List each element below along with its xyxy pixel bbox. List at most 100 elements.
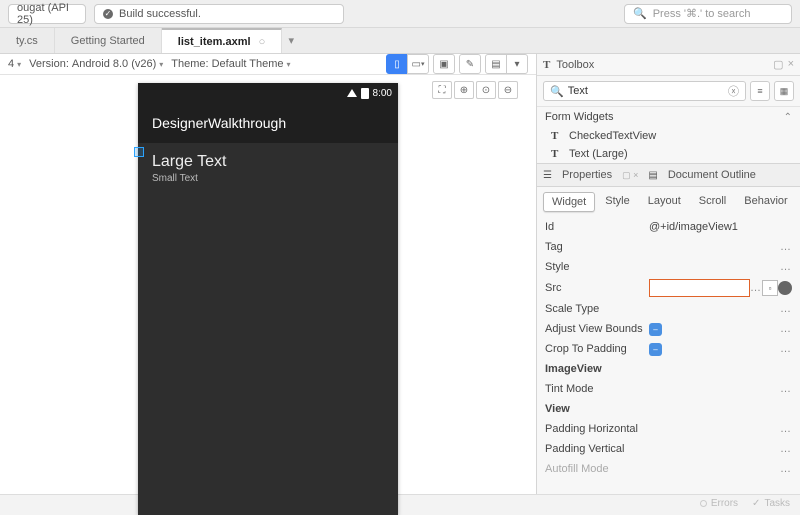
prop-autofill-mode: Autofill Mode… [537, 459, 800, 479]
api-label: ougat (API 25) [17, 2, 77, 26]
more-icon[interactable]: … [780, 303, 792, 315]
prop-label: Style [545, 261, 649, 273]
more-icon[interactable]: … [780, 383, 792, 395]
detach-icon[interactable]: ▢ × [622, 170, 638, 181]
browse-button[interactable]: ▫ [762, 280, 778, 296]
prop-label: Crop To Padding [545, 343, 649, 355]
more-icon[interactable]: … [780, 423, 792, 435]
device-appbar: DesignerWalkthrough [138, 103, 398, 143]
tab-list-item[interactable]: list_item.axml ○ [162, 28, 282, 53]
checkbox[interactable]: – [649, 343, 662, 356]
zoom-fit-button[interactable]: ⛶ [432, 81, 452, 99]
version-dropdown[interactable]: Version: Android 8.0 (v26) ▾ [29, 58, 163, 70]
zoom-out-button[interactable]: ⊖ [498, 81, 518, 99]
tab-style[interactable]: Style [597, 192, 637, 212]
designer-canvas: 4▾ Version: Android 8.0 (v26) ▾ Theme: D… [0, 54, 536, 494]
list-view-button[interactable]: ≡ [750, 81, 770, 101]
toolbox-section[interactable]: Form Widgets ⌃ [537, 107, 800, 127]
more-icon[interactable]: … [780, 463, 792, 475]
prop-scale-type: Scale Type … [537, 299, 800, 319]
small-text-widget[interactable]: Small Text [138, 171, 398, 184]
grid-view-button[interactable]: ▦ [774, 81, 794, 101]
more-icon[interactable]: … [780, 241, 792, 253]
landscape-button[interactable]: ▭▾ [407, 54, 429, 74]
build-status-pill[interactable]: ✓ Build successful. [94, 4, 344, 24]
errors-icon [700, 500, 707, 507]
close-icon[interactable]: ○ [259, 36, 266, 48]
grid-button[interactable]: ▤ [485, 54, 507, 74]
tab-overflow[interactable]: ▾ [282, 28, 300, 53]
toolbox-item-text-large[interactable]: TText (Large) [537, 145, 800, 163]
portrait-button[interactable]: ▯ [386, 54, 408, 74]
version-label: Version: [29, 58, 69, 70]
preview-icon[interactable] [778, 281, 792, 295]
clear-icon[interactable]: ⓧ [728, 83, 739, 99]
designer-toolbar: 4▾ Version: Android 8.0 (v26) ▾ Theme: D… [0, 54, 536, 75]
toolbox-item-checkedtextview[interactable]: T CheckedTextView [537, 127, 800, 145]
prop-group-view: View [537, 399, 800, 419]
group-label: View [545, 403, 649, 415]
detach-icon[interactable]: ▢ [773, 58, 783, 71]
item-label: CheckedTextView [569, 130, 656, 142]
src-input[interactable] [649, 279, 750, 297]
chevron-down-icon: ▾ [287, 60, 291, 69]
orientation-group: ▯ ▭▾ [386, 54, 429, 74]
theme-dropdown[interactable]: Theme: Default Theme ▾ [171, 58, 290, 70]
more-icon[interactable]: … [780, 261, 792, 273]
device-dropdown[interactable]: 4▾ [8, 58, 21, 70]
global-search[interactable]: 🔍 Press '⌘.' to search [624, 4, 792, 24]
api-selector[interactable]: ougat (API 25) [8, 4, 86, 24]
tab-label: Getting Started [71, 35, 145, 47]
prop-padding-horizontal: Padding Horizontal… [537, 419, 800, 439]
prop-group-imageview: ImageView [537, 359, 800, 379]
app-title: DesignerWalkthrough [152, 115, 286, 131]
checkbox[interactable]: – [649, 323, 662, 336]
tab-widget[interactable]: Widget [543, 192, 595, 212]
errors-button[interactable]: Errors [700, 498, 738, 509]
close-icon[interactable]: × [788, 58, 794, 71]
tab-getting-started[interactable]: Getting Started [55, 28, 162, 53]
properties-title: Properties [562, 169, 612, 181]
chevron-down-icon: ▾ [17, 60, 21, 69]
main-split: 4▾ Version: Android 8.0 (v26) ▾ Theme: D… [0, 54, 800, 494]
search-icon: 🔍 [550, 85, 564, 98]
tab-label: ty.cs [16, 35, 38, 47]
tab-scroll[interactable]: Scroll [691, 192, 735, 212]
mode-button-1[interactable]: ▣ [433, 54, 455, 74]
version-value: Android 8.0 (v26) [72, 58, 156, 70]
tab-layout[interactable]: Layout [640, 192, 689, 212]
selection-handle[interactable] [134, 147, 144, 157]
item-label: Text (Large) [569, 148, 628, 160]
search-value: Text [568, 85, 588, 97]
toolbox-search[interactable]: 🔍 Text ⓧ [543, 81, 746, 101]
zoom-reset-button[interactable]: ⊙ [476, 81, 496, 99]
group-label: ImageView [545, 363, 649, 375]
tab-ty-cs[interactable]: ty.cs [0, 28, 55, 53]
large-text-widget[interactable]: Large Text [138, 143, 398, 171]
tab-behavior[interactable]: Behavior [736, 192, 795, 212]
mode-button-2[interactable]: ✎ [459, 54, 481, 74]
prop-label: Scale Type [545, 303, 649, 315]
outline-title[interactable]: Document Outline [668, 169, 756, 181]
device-value: 4 [8, 58, 14, 70]
prop-value[interactable]: @+id/imageView1 [649, 221, 738, 233]
device-preview[interactable]: 8:00 DesignerWalkthrough Large Text Smal… [138, 83, 398, 515]
more-icon[interactable]: … [780, 323, 792, 335]
text-icon: T [551, 130, 561, 142]
zoom-in-button[interactable]: ⊕ [454, 81, 474, 99]
prop-padding-vertical: Padding Vertical… [537, 439, 800, 459]
more-icon[interactable]: … [750, 282, 762, 294]
collapse-icon: ⌃ [784, 112, 792, 123]
tasks-button[interactable]: ✓Tasks [752, 498, 790, 509]
outline-icon: ▤ [648, 170, 657, 181]
overflow-button[interactable]: ▾ [506, 54, 528, 74]
prop-crop-to-padding: Crop To Padding– … [537, 339, 800, 359]
properties-header: ☰ Properties ▢ × ▤ Document Outline [537, 163, 800, 187]
more-icon[interactable]: … [780, 343, 792, 355]
prop-label: Adjust View Bounds [545, 323, 649, 335]
more-icon[interactable]: … [780, 443, 792, 455]
toolbox-title: Toolbox [556, 59, 594, 71]
clock-text: 8:00 [373, 88, 392, 99]
prop-label: Src [545, 282, 649, 294]
chevron-down-icon: ▾ [159, 60, 163, 69]
